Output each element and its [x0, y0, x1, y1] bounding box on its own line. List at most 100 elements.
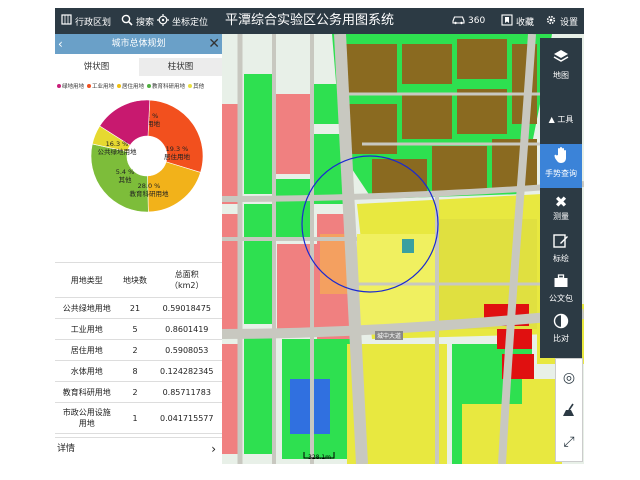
triangle-up-icon: ▲: [548, 115, 555, 124]
table-cell: 公共绿地用地: [55, 297, 119, 319]
toolbar-measure[interactable]: ✖ 测量: [540, 193, 582, 222]
table-row[interactable]: 水体用地 8 0.124282345: [55, 360, 222, 382]
table-cell: 0.59018475: [151, 297, 222, 319]
table-row[interactable]: 市政公用设施 用地 1 0.041715577: [55, 402, 222, 434]
table-header: 用地类型: [55, 262, 119, 298]
tab-pie-chart[interactable]: 饼状图: [55, 58, 138, 76]
view360-button[interactable]: 360: [452, 8, 485, 34]
table-cell: 2: [118, 339, 152, 361]
toolbar-layers[interactable]: 地图: [540, 48, 582, 81]
pie-percent-label: 16.3 %: [106, 140, 129, 148]
toolbar-label: 工具: [557, 115, 574, 124]
legend-swatch: [87, 84, 92, 88]
edit-icon: [540, 233, 582, 253]
map-controls: ◎ ⤢: [555, 358, 583, 462]
toolbar-label: 标绘: [553, 254, 569, 263]
table-header-row: 用地类型 地块数 总面积 （km2）: [55, 262, 222, 298]
app-title: 平潭综合实验区公务用图系统: [225, 13, 395, 28]
toolbar-label: 地图: [553, 71, 569, 80]
coordinate-button[interactable]: 坐标定位: [157, 8, 208, 34]
pie-category-label: 其他: [119, 175, 133, 184]
table-cell: 0.8601419: [151, 318, 222, 340]
statistics-panel: ‹ 城市总体规划 ✕ 饼状图 柱状图 绿地用地 工业用地 居住用地 教育科研用地…: [55, 34, 223, 464]
locate-icon[interactable]: ◎: [556, 363, 582, 393]
table-cell: 0.124282345: [151, 360, 222, 382]
right-toolbar: 地图 ▲ 工具 手势查询 ✖ 测量 标绘 公文包 比对: [540, 38, 582, 358]
table-cell: 8: [118, 360, 152, 382]
table-cell: 0.041715577: [151, 402, 222, 434]
detail-label: 详情: [57, 444, 76, 454]
legend-item: 工业用地: [87, 82, 114, 90]
landuse-table: 用地类型 地块数 总面积 （km2） 公共绿地用地 21 0.59018475 工业…: [55, 262, 222, 434]
legend-label: 其他: [193, 84, 205, 90]
toolbar-label: 测量: [553, 212, 569, 221]
toolbar-briefcase[interactable]: 公文包: [540, 273, 582, 304]
table-cell: 教育科研用地: [55, 381, 119, 403]
legend-label: 居住用地: [122, 84, 145, 90]
tab-bar-chart[interactable]: 柱状图: [139, 58, 222, 76]
table-cell: 工业用地: [55, 318, 119, 340]
table-cell: 市政公用设施 用地: [55, 402, 119, 434]
hand-icon: [540, 146, 582, 168]
region-label: 行政区划: [75, 17, 112, 28]
table-row[interactable]: 工业用地 5 0.8601419: [55, 318, 222, 340]
table-cell: 5: [118, 318, 152, 340]
toolbar-plot[interactable]: 标绘: [540, 233, 582, 264]
expand-icon[interactable]: ⤢: [556, 427, 582, 457]
table-row[interactable]: 居住用地 2 0.5908053: [55, 339, 222, 361]
search-icon: [121, 14, 133, 29]
car-icon: [452, 14, 465, 28]
crosshair-icon: [157, 13, 169, 29]
pie-category-label: 公共绿地用地: [98, 147, 138, 156]
legend-item: 其他: [188, 82, 204, 90]
pie-category-label: 教育科研用地: [130, 189, 170, 198]
toolbar-label: 比对: [553, 334, 569, 343]
view360-label: 360: [468, 16, 486, 26]
table-cell: 居住用地: [55, 339, 119, 361]
table-row[interactable]: 公共绿地用地 21 0.59018475: [55, 297, 222, 319]
legend-item: 居住用地: [117, 82, 144, 90]
table-header: 地块数: [118, 262, 152, 298]
table-cell: 水体用地: [55, 360, 119, 382]
chart-legend: 绿地用地 工业用地 居住用地 教育科研用地 其他: [57, 80, 222, 92]
road-label: 城中大道: [375, 331, 404, 340]
table-cell: 0.5908053: [151, 339, 222, 361]
briefcase-icon: [540, 273, 582, 293]
toolbar-gesture-query[interactable]: 手势查询: [540, 144, 582, 188]
pie-slice[interactable]: [147, 99, 204, 173]
search-button[interactable]: 搜索: [121, 8, 154, 34]
map-canvas: [222, 34, 584, 464]
map-view[interactable]: 城中大道 328.1m: [222, 34, 584, 464]
toolbar-label: 手势查询: [545, 169, 577, 178]
panel-title: 城市总体规划: [111, 39, 166, 49]
legend-item: 教育科研用地: [147, 82, 185, 90]
close-icon[interactable]: ✕: [208, 34, 220, 54]
broom-icon[interactable]: [556, 395, 582, 425]
table-header: 总面积 （km2）: [151, 262, 222, 298]
settings-button[interactable]: 设置: [545, 8, 578, 34]
legend-swatch: [117, 84, 122, 88]
app-window: 行政区划 搜索 坐标定位 平潭综合实验区公务用图系统 360 收藏 设置 ‹ 城…: [55, 8, 584, 464]
table-cell: 2: [118, 381, 152, 403]
legend-label: 绿地用地: [62, 84, 85, 90]
gear-icon: [545, 14, 557, 29]
favorite-label: 收藏: [516, 17, 535, 28]
panel-header: ‹ 城市总体规划 ✕: [55, 34, 222, 54]
pie-category-label: 居住用地: [164, 152, 191, 161]
map-icon: [61, 14, 72, 28]
detail-link[interactable]: 详情 ›: [55, 437, 222, 460]
region-button[interactable]: 行政区划: [61, 8, 111, 34]
toolbar-compare[interactable]: 比对: [540, 313, 582, 344]
table-cell: 1: [118, 402, 152, 434]
scale-label: 328.1m: [308, 454, 332, 461]
legend-swatch: [147, 84, 152, 88]
settings-label: 设置: [560, 17, 579, 28]
favorite-button[interactable]: 收藏: [501, 8, 534, 34]
search-label: 搜索: [136, 17, 155, 28]
table-row[interactable]: 教育科研用地 2 0.85711783: [55, 381, 222, 403]
pie-chart: 28.1 %工业用地19.3 %居住用地28.0 %教育科研用地5.4 %其他1…: [87, 96, 207, 216]
pie-svg: 28.1 %工业用地19.3 %居住用地28.0 %教育科研用地5.4 %其他1…: [90, 99, 204, 213]
bookmark-icon: [501, 13, 513, 29]
toolbar-tools[interactable]: ▲ 工具: [540, 114, 582, 125]
legend-swatch: [57, 84, 61, 88]
